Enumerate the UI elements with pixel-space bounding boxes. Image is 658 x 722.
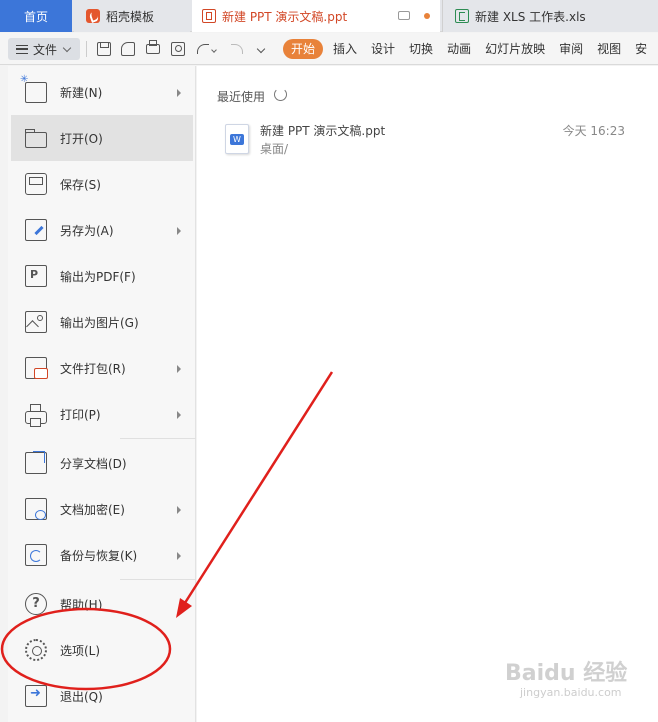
save-as-icon[interactable] xyxy=(121,42,135,56)
monitor-icon[interactable] xyxy=(398,11,410,20)
tab-templates[interactable]: 稻壳模板 xyxy=(74,0,190,32)
menu-item-encrypt[interactable]: 文档加密(E) xyxy=(11,486,193,532)
ribbon-tab-slideshow[interactable]: 幻灯片放映 xyxy=(485,39,545,59)
document-icon: W xyxy=(225,124,249,154)
tab-home[interactable]: 首页 xyxy=(0,0,72,32)
menu-item-backup[interactable]: 备份与恢复(K) xyxy=(11,532,193,578)
menu-item-label: 打开(O) xyxy=(60,131,103,146)
ribbon-tab-transition[interactable]: 切换 xyxy=(409,39,433,59)
print-preview-icon[interactable] xyxy=(171,42,185,56)
menu-item-open[interactable]: 打开(O) xyxy=(11,115,193,161)
menu-item-save[interactable]: 保存(S) xyxy=(11,161,193,207)
gear-icon xyxy=(25,639,47,661)
submenu-arrow-icon xyxy=(177,552,181,560)
print-icon xyxy=(25,403,47,427)
menu-item-export-pdf[interactable]: 输出为PDF(F) xyxy=(11,253,193,299)
redo-icon[interactable] xyxy=(231,44,243,54)
menu-item-label: 新建(N) xyxy=(60,85,103,100)
submenu-arrow-icon xyxy=(177,411,181,419)
menu-item-help[interactable]: ? 帮助(H) xyxy=(11,581,193,627)
menu-item-export-image[interactable]: 输出为图片(G) xyxy=(11,299,193,345)
baidu-watermark: Baidu 经验 xyxy=(505,661,628,686)
tab-ppt-label: 新建 PPT 演示文稿.ppt xyxy=(222,9,348,24)
file-menu-label: 文件 xyxy=(33,42,58,57)
save-icon[interactable] xyxy=(97,42,111,56)
menu-divider xyxy=(120,579,196,580)
save-as-icon xyxy=(25,219,47,241)
docer-logo-icon xyxy=(86,9,100,23)
tab-xls-label: 新建 XLS 工作表.xls xyxy=(475,9,586,24)
menu-item-label: 输出为图片(G) xyxy=(60,315,139,330)
customize-toolbar-icon[interactable] xyxy=(256,44,266,54)
menu-item-label: 退出(Q) xyxy=(60,689,103,704)
submenu-arrow-icon xyxy=(177,506,181,514)
menu-item-label: 文档加密(E) xyxy=(60,502,125,517)
refresh-icon[interactable] xyxy=(274,88,287,101)
menu-item-label: 保存(S) xyxy=(60,177,101,192)
package-icon xyxy=(25,357,48,379)
help-icon: ? xyxy=(25,593,47,615)
menu-item-label: 输出为PDF(F) xyxy=(60,269,136,284)
ppt-file-icon xyxy=(202,9,216,23)
menu-item-options[interactable]: 选项(L) xyxy=(11,627,193,673)
recent-section-title: 最近使用 xyxy=(217,90,266,104)
recent-file-name: 新建 PPT 演示文稿.ppt xyxy=(260,124,386,138)
chevron-down-icon xyxy=(62,43,72,52)
ribbon-tab-view[interactable]: 视图 xyxy=(597,39,621,59)
tab-home-label: 首页 xyxy=(23,9,48,24)
pdf-icon xyxy=(25,265,47,287)
save-icon xyxy=(25,173,47,195)
ribbon-tab-design[interactable]: 设计 xyxy=(371,39,395,59)
recent-file-item[interactable]: W 新建 PPT 演示文稿.ppt 桌面/ 今天 16:23 xyxy=(217,118,647,162)
tab-xls-document[interactable]: 新建 XLS 工作表.xls xyxy=(442,0,658,32)
file-menu-panel: 新建(N) 打开(O) 保存(S) 另存为(A) 输出为PDF(F) 输出为图片… xyxy=(8,66,196,722)
undo-dropdown-icon[interactable] xyxy=(211,47,217,53)
menu-item-save-as[interactable]: 另存为(A) xyxy=(11,207,193,253)
menu-item-print[interactable]: 打印(P) xyxy=(11,391,193,437)
ribbon-tab-insert[interactable]: 插入 xyxy=(333,39,357,59)
file-menu-button[interactable]: 文件 xyxy=(8,38,80,60)
quick-access-toolbar: 文件 开始 插入 设计 切换 动画 幻灯片放映 审阅 视图 安 xyxy=(0,33,658,65)
ribbon-tab-security[interactable]: 安 xyxy=(635,39,647,59)
menu-item-label: 打印(P) xyxy=(60,407,101,422)
document-badge: W xyxy=(230,134,244,145)
ribbon-tab-review[interactable]: 审阅 xyxy=(559,39,583,59)
menu-item-label: 选项(L) xyxy=(60,643,101,658)
ribbon-tabs: 开始 插入 设计 切换 动画 幻灯片放映 审阅 视图 安 xyxy=(283,39,658,59)
document-tab-bar: 首页 稻壳模板 新建 PPT 演示文稿.ppt 新建 XLS 工作表.xls xyxy=(0,0,658,32)
menu-item-share[interactable]: 分享文档(D) xyxy=(11,440,193,486)
menu-item-label: 分享文档(D) xyxy=(60,456,127,471)
encrypt-icon xyxy=(25,498,47,520)
unsaved-dot-icon xyxy=(424,13,430,19)
image-icon xyxy=(25,311,47,333)
recent-files-pane: 最近使用 W 新建 PPT 演示文稿.ppt 桌面/ 今天 16:23 xyxy=(197,66,658,722)
submenu-arrow-icon xyxy=(177,89,181,97)
recent-file-time: 今天 16:23 xyxy=(562,124,625,138)
menu-item-label: 文件打包(R) xyxy=(60,361,126,376)
menu-divider xyxy=(120,438,196,439)
backup-icon xyxy=(25,544,47,566)
new-file-icon xyxy=(20,74,47,103)
menu-item-package[interactable]: 文件打包(R) xyxy=(11,345,193,391)
menu-item-exit[interactable]: 退出(Q) xyxy=(11,673,193,719)
recent-file-path: 桌面/ xyxy=(260,142,289,156)
exit-icon xyxy=(25,685,47,707)
baidu-watermark-url: jingyan.baidu.com xyxy=(520,686,622,699)
tab-templates-label: 稻壳模板 xyxy=(106,9,155,24)
undo-icon[interactable] xyxy=(197,44,209,54)
menu-item-label: 帮助(H) xyxy=(60,597,103,612)
xls-file-icon xyxy=(455,9,469,23)
share-icon xyxy=(25,451,47,474)
menu-item-new[interactable]: 新建(N) xyxy=(11,69,193,115)
hamburger-icon xyxy=(16,44,28,54)
menu-item-label: 备份与恢复(K) xyxy=(60,548,138,563)
print-icon[interactable] xyxy=(146,40,160,54)
submenu-arrow-icon xyxy=(177,365,181,373)
submenu-arrow-icon xyxy=(177,227,181,235)
folder-open-icon xyxy=(25,128,47,148)
ribbon-tab-home[interactable]: 开始 xyxy=(283,39,324,59)
menu-item-label: 另存为(A) xyxy=(60,223,114,238)
toolbar-divider xyxy=(86,41,87,57)
ribbon-tab-animation[interactable]: 动画 xyxy=(447,39,471,59)
